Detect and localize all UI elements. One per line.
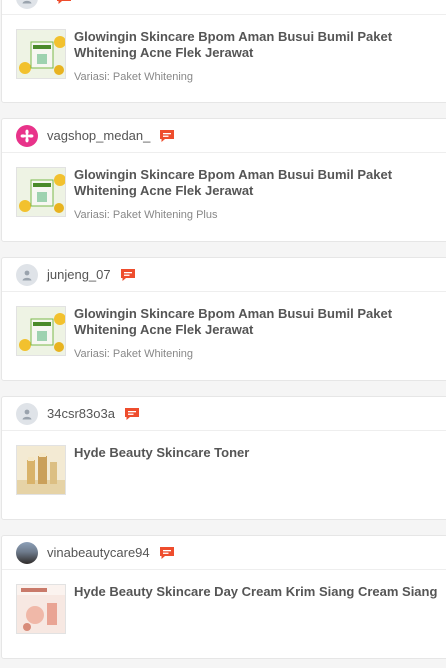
seller-header[interactable] (2, 0, 446, 15)
seller-username[interactable]: vagshop_medan_ (47, 128, 150, 143)
seller-username[interactable]: vinabeautycare94 (47, 545, 150, 560)
chat-icon[interactable] (159, 129, 175, 143)
order-card: junjeng_07 Glowingin Skincare Bpom Aman … (1, 257, 446, 381)
seller-header[interactable]: 34csr83o3a (2, 397, 446, 431)
order-card: vinabeautycare94 Hyde Beauty Skincare Da… (1, 535, 446, 659)
product-title[interactable]: Hyde Beauty Skincare Toner (74, 445, 446, 461)
chat-icon[interactable] (120, 268, 136, 282)
product-row[interactable]: Glowingin Skincare Bpom Aman Busui Bumil… (2, 292, 446, 360)
product-title[interactable]: Glowingin Skincare Bpom Aman Busui Bumil… (74, 306, 446, 338)
order-card: vagshop_medan_ Glowingin Skincare Bpom A… (1, 118, 446, 242)
product-thumbnail[interactable] (16, 584, 66, 634)
product-title[interactable]: Hyde Beauty Skincare Day Cream Krim Sian… (74, 584, 446, 600)
seller-header[interactable]: vagshop_medan_ (2, 119, 446, 153)
product-thumbnail[interactable] (16, 29, 66, 79)
product-thumbnail[interactable] (16, 167, 66, 217)
avatar-photo-icon[interactable] (16, 541, 38, 564)
avatar-default-icon[interactable] (16, 402, 38, 425)
avatar-default-icon[interactable] (16, 263, 38, 286)
product-variant: Variasi: Paket Whitening Plus (74, 209, 218, 221)
order-card: 34csr83o3a Hyde Beauty Skincare Toner (1, 396, 446, 520)
product-thumbnail[interactable] (16, 445, 66, 495)
avatar-default-icon[interactable] (16, 0, 38, 9)
seller-header[interactable]: junjeng_07 (2, 258, 446, 292)
seller-username[interactable]: 34csr83o3a (47, 406, 115, 421)
product-row[interactable]: Hyde Beauty Skincare Day Cream Krim Sian… (2, 570, 446, 634)
product-variant: Variasi: Paket Whitening (74, 71, 194, 83)
product-row[interactable]: Hyde Beauty Skincare Toner (2, 431, 446, 495)
product-row[interactable]: Glowingin Skincare Bpom Aman Busui Bumil… (2, 153, 446, 221)
chat-icon[interactable] (159, 546, 175, 560)
product-row[interactable]: Glowingin Skincare Bpom Aman Busui Bumil… (2, 15, 446, 83)
seller-username[interactable]: junjeng_07 (47, 267, 111, 282)
product-title[interactable]: Glowingin Skincare Bpom Aman Busui Bumil… (74, 29, 446, 61)
product-title[interactable]: Glowingin Skincare Bpom Aman Busui Bumil… (74, 167, 446, 199)
avatar-flower-icon[interactable] (16, 124, 38, 147)
order-card: Glowingin Skincare Bpom Aman Busui Bumil… (1, 0, 446, 103)
product-variant: Variasi: Paket Whitening (74, 348, 194, 360)
seller-header[interactable]: vinabeautycare94 (2, 536, 446, 570)
chat-icon[interactable] (124, 407, 140, 421)
product-thumbnail[interactable] (16, 306, 66, 356)
chat-icon[interactable] (56, 0, 72, 5)
